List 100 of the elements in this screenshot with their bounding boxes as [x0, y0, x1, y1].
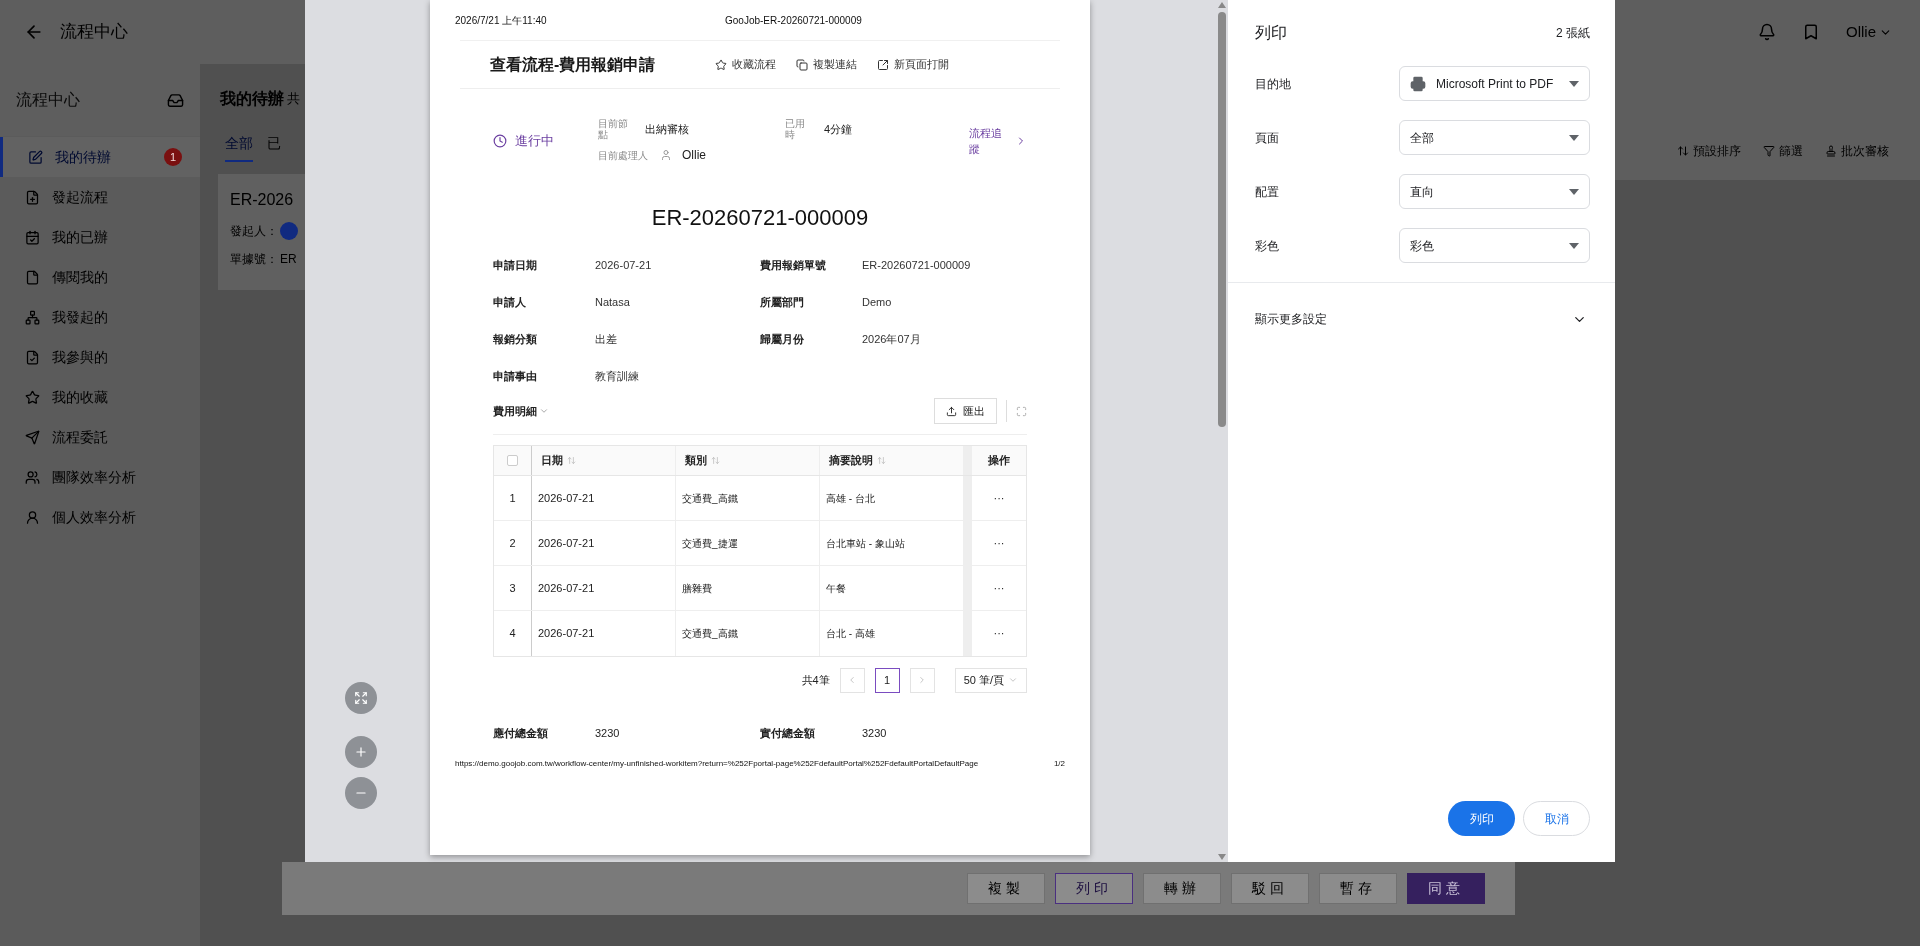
page-heading: 我的待辦: [220, 89, 284, 109]
field-value: Demo: [862, 294, 892, 310]
task-card[interactable]: ER-2026 發起人： 單據號： ER: [218, 174, 305, 290]
form-action[interactable]: 複製連結: [796, 56, 857, 73]
notification-icon[interactable]: [1758, 23, 1776, 41]
field-value: ER-20260721-000009: [862, 257, 971, 273]
print-url: https://demo.goojob.com.tw/workflow-center/my-unfinished-workitem?return=%252Fportal-page%252FdefaultPortal%252FdefaultPortalDefaultPage: [455, 757, 979, 770]
scrollbar-thumb[interactable]: [1218, 12, 1226, 427]
setting-select[interactable]: 彩色: [1399, 228, 1590, 263]
file-check-icon: [25, 349, 40, 365]
handler-label: 目前處理人: [598, 148, 648, 163]
edit-icon: [28, 149, 43, 165]
field-label: 歸屬月份: [760, 331, 805, 347]
total-label: 實付總金額: [760, 726, 816, 741]
stamp-icon: [1825, 145, 1837, 157]
sort-icon: [877, 456, 886, 465]
action-button[interactable]: 同意: [1407, 873, 1485, 904]
sort-icon: [711, 456, 720, 465]
caret-icon: [1569, 188, 1579, 195]
field-value: Natasa: [595, 294, 630, 310]
table-cell: 台北車站 - 象山站: [820, 521, 964, 565]
calendar-check-icon: [25, 229, 40, 245]
plus-icon: [354, 745, 368, 759]
setting-label: 目的地: [1255, 75, 1292, 93]
column-header[interactable]: 類別: [676, 446, 820, 475]
row-actions[interactable]: ···: [964, 566, 1026, 610]
chevron-down-icon: [539, 406, 549, 416]
zoom-out-button[interactable]: [345, 777, 377, 809]
table-cell: 交通費_高鐵: [676, 476, 820, 520]
form-action[interactable]: 新頁面打開: [877, 56, 949, 73]
page-button[interactable]: 1: [874, 667, 900, 693]
action-button[interactable]: 轉辦: [1143, 873, 1221, 904]
page-size-select[interactable]: 50 筆/頁: [954, 667, 1027, 693]
field-value: 2026-07-21: [595, 257, 652, 273]
user-menu[interactable]: Ollie: [1846, 20, 1892, 44]
table-cell: 高雄 - 台北: [820, 476, 964, 520]
section-title: 費用明細: [493, 403, 537, 419]
sidebar-title: 流程中心: [16, 90, 80, 110]
setting-select[interactable]: 直向: [1399, 174, 1590, 209]
bookmark-icon[interactable]: [1802, 23, 1820, 41]
row-actions[interactable]: ···: [964, 611, 1026, 656]
table-cell: 台北 - 高雄: [820, 611, 964, 656]
status-indicator: 進行中: [493, 131, 598, 151]
caret-icon: [1569, 242, 1579, 249]
caret-icon: [1569, 80, 1579, 87]
file-plus-icon: [25, 189, 40, 205]
node-label: 目前節點: [598, 118, 629, 140]
row-number: 2: [494, 521, 532, 565]
action-button[interactable]: 列印: [1055, 873, 1133, 904]
field-label: 申請人: [493, 294, 527, 310]
open-external-icon: [877, 58, 889, 71]
row-number: 4: [494, 611, 532, 656]
users-icon: [25, 469, 40, 485]
field-value: 2026年07月: [862, 331, 921, 347]
hierarchy-icon: [25, 309, 40, 325]
sidebar-item[interactable]: 我的待辦 1: [0, 137, 200, 177]
field-label: 申請日期: [493, 257, 538, 273]
elapsed-label: 已用時: [785, 118, 806, 140]
setting-select[interactable]: 全部: [1399, 120, 1590, 155]
checkbox[interactable]: [507, 455, 518, 466]
toolbar-button[interactable]: 篩選: [1763, 142, 1803, 160]
table-cell: 午餐: [820, 566, 964, 610]
form-action[interactable]: 收藏流程: [715, 56, 776, 73]
handler-value: Ollie: [682, 147, 706, 164]
card-title: ER-2026: [230, 190, 295, 210]
print-button[interactable]: 列印: [1448, 801, 1515, 836]
sort-icon: [567, 456, 576, 465]
total-value: 3230: [862, 726, 887, 741]
row-actions[interactable]: ···: [964, 521, 1026, 565]
fullscreen-icon[interactable]: [1016, 405, 1027, 417]
table-cell: 交通費_高鐵: [676, 611, 820, 656]
setting-label: 彩色: [1255, 237, 1280, 255]
table-cell: 2026-07-21: [532, 476, 676, 520]
field-label: 所屬部門: [760, 294, 805, 310]
setting-select[interactable]: Microsoft Print to PDF: [1399, 66, 1590, 101]
inbox-icon[interactable]: [167, 91, 184, 109]
row-actions[interactable]: ···: [964, 476, 1026, 520]
action-button[interactable]: 駁回: [1231, 873, 1309, 904]
export-button[interactable]: 匯出: [934, 398, 997, 424]
printer-icon: [1410, 75, 1426, 92]
column-header[interactable]: 摘要說明: [820, 446, 964, 475]
star-icon: [25, 389, 40, 405]
sort-icon: [1677, 145, 1689, 157]
more-settings-toggle[interactable]: 顯示更多設定: [1228, 283, 1615, 355]
action-button[interactable]: 複製: [967, 873, 1045, 904]
clock-icon: [493, 134, 507, 148]
trace-link[interactable]: 流程追蹤: [969, 125, 1027, 157]
zoom-in-button[interactable]: [345, 736, 377, 768]
field-label: 單據號：: [230, 251, 278, 268]
toolbar-button[interactable]: 預設排序: [1677, 142, 1741, 160]
action-button[interactable]: 暫存: [1319, 873, 1397, 904]
scroll-down-icon[interactable]: [1218, 854, 1226, 860]
field-label: 費用報銷單號: [760, 257, 827, 273]
column-header[interactable]: 日期: [532, 446, 676, 475]
copy-icon: [796, 58, 808, 71]
fit-page-button[interactable]: [345, 682, 377, 714]
scroll-up-icon[interactable]: [1218, 2, 1226, 8]
toolbar-button[interactable]: 批次審核: [1825, 142, 1889, 160]
print-date: 2026/7/21 上午11:40: [455, 13, 548, 28]
page-number: 1/2: [1053, 757, 1065, 770]
